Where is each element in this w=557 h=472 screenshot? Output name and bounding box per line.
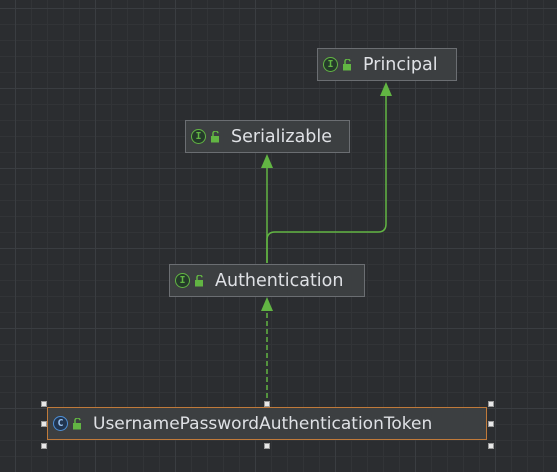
node-label: Serializable xyxy=(231,126,333,147)
resize-handle-middle-left[interactable] xyxy=(41,421,47,427)
resize-handle-middle-right[interactable] xyxy=(488,421,494,427)
arrowhead-serializable xyxy=(261,154,273,168)
node-principal[interactable]: I Principal xyxy=(317,48,457,81)
node-authentication[interactable]: I Authentication xyxy=(169,264,365,297)
node-username-password-authentication-token[interactable]: C UsernamePasswordAuthenticationToken xyxy=(47,407,487,440)
unlocked-padlock-icon xyxy=(343,58,351,70)
arrowhead-authentication xyxy=(261,297,273,311)
arrowhead-principal xyxy=(380,82,392,96)
resize-handle-top-right[interactable] xyxy=(488,401,494,407)
unlocked-padlock-icon xyxy=(195,274,203,286)
resize-handle-top-middle[interactable] xyxy=(264,401,270,407)
node-label: UsernamePasswordAuthenticationToken xyxy=(93,413,433,434)
resize-handle-bottom-left[interactable] xyxy=(41,443,47,449)
unlocked-padlock-icon xyxy=(211,130,219,142)
resize-handle-bottom-right[interactable] xyxy=(488,443,494,449)
resize-handle-top-left[interactable] xyxy=(41,401,47,407)
class-icon: C xyxy=(53,416,68,431)
uml-diagram-canvas[interactable]: I Principal I Serializable I Authenticat… xyxy=(0,0,557,472)
unlocked-padlock-icon xyxy=(73,417,81,429)
node-label: Authentication xyxy=(215,270,344,291)
interface-icon: I xyxy=(323,57,338,72)
node-label: Principal xyxy=(363,54,438,75)
node-serializable[interactable]: I Serializable xyxy=(185,120,350,153)
interface-icon: I xyxy=(175,273,190,288)
resize-handle-bottom-middle[interactable] xyxy=(264,443,270,449)
edges-layer xyxy=(261,82,392,406)
interface-icon: I xyxy=(191,129,206,144)
